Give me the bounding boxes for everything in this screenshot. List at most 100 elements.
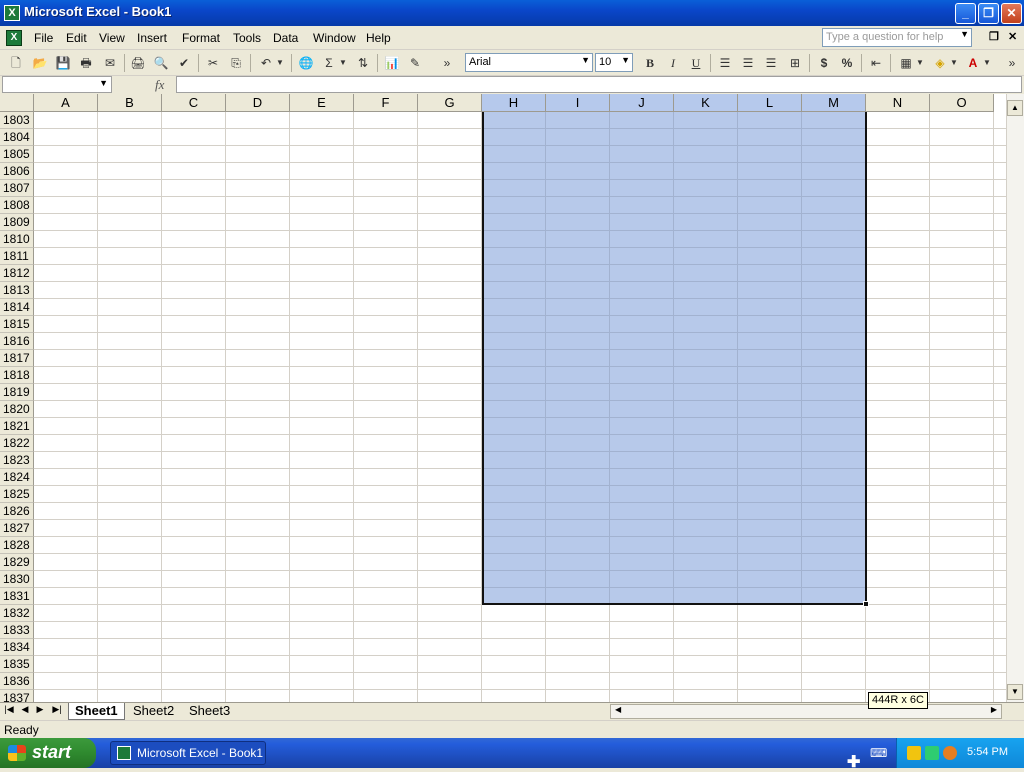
row-header-1821[interactable]: 1821 [0, 418, 34, 435]
drawing-icon[interactable]: ✎ [405, 54, 425, 72]
undo-dropdown-icon[interactable]: ▼ [274, 54, 286, 72]
row-header-1832[interactable]: 1832 [0, 605, 34, 622]
row-header-1824[interactable]: 1824 [0, 469, 34, 486]
menu-help[interactable]: Help [366, 31, 391, 45]
chevron-down-icon[interactable]: ▼ [621, 55, 630, 65]
chevron-down-icon[interactable]: ▼ [99, 78, 108, 88]
row-header-1807[interactable]: 1807 [0, 180, 34, 197]
row-header-1815[interactable]: 1815 [0, 316, 34, 333]
column-header-b[interactable]: B [98, 94, 162, 112]
scroll-down-icon[interactable]: ▼ [1007, 684, 1023, 700]
cut-icon[interactable]: ✂ [203, 54, 223, 72]
workbook-restore-button[interactable]: ❐ [989, 30, 999, 43]
new-icon[interactable]: 🗋 [6, 54, 26, 72]
borders-dropdown-icon[interactable]: ▼ [914, 54, 926, 72]
insert-function-icon[interactable]: fx [155, 77, 164, 93]
name-box[interactable]: ▼ [2, 76, 112, 93]
email-icon[interactable]: ✉ [100, 54, 120, 72]
row-header-1820[interactable]: 1820 [0, 401, 34, 418]
cell-selection-range[interactable] [482, 112, 867, 605]
minimize-button[interactable]: _ [955, 3, 976, 24]
italic-icon[interactable]: I [663, 54, 683, 72]
toolbar-options-icon[interactable]: » [440, 54, 454, 72]
row-header-1825[interactable]: 1825 [0, 486, 34, 503]
spelling-icon[interactable]: ✔ [174, 54, 194, 72]
row-header-1830[interactable]: 1830 [0, 571, 34, 588]
workbook-icon[interactable]: X [6, 30, 22, 46]
help-search-input[interactable]: Type a question for help ▼ [822, 28, 972, 47]
column-header-k[interactable]: K [674, 94, 738, 112]
currency-icon[interactable]: $ [814, 54, 834, 72]
column-header-m[interactable]: M [802, 94, 866, 112]
menu-view[interactable]: View [99, 31, 125, 45]
print-preview-icon[interactable]: 🔍 [151, 54, 171, 72]
row-header-1816[interactable]: 1816 [0, 333, 34, 350]
sheet-tab-3[interactable]: Sheet3 [183, 703, 236, 720]
column-header-a[interactable]: A [34, 94, 98, 112]
font-name-select[interactable]: Arial ▼ [465, 53, 593, 72]
align-center-icon[interactable]: ☰ [738, 54, 758, 72]
align-left-icon[interactable]: ☰ [715, 54, 735, 72]
column-header-d[interactable]: D [226, 94, 290, 112]
font-color-dropdown-icon[interactable]: ▼ [981, 54, 993, 72]
autosum-dropdown-icon[interactable]: ▼ [337, 54, 349, 72]
network-icon[interactable] [925, 746, 939, 760]
worksheet-grid[interactable]: 1803 1804 1805 1806 1807 1808 1809 1810 1811 1812… [0, 94, 1006, 702]
menu-window[interactable]: Window [313, 31, 356, 45]
taskbar-excel-button[interactable]: Microsoft Excel - Book1 [110, 741, 266, 765]
keyboard-icon[interactable]: ⌨ [870, 746, 887, 760]
row-header-1808[interactable]: 1808 [0, 197, 34, 214]
column-header-o[interactable]: O [930, 94, 994, 112]
autosum-icon[interactable]: Σ [319, 54, 339, 72]
excel-app-icon[interactable]: X [4, 5, 20, 21]
menu-data[interactable]: Data [273, 31, 298, 45]
scroll-up-icon[interactable]: ▲ [1007, 100, 1023, 116]
copy-icon[interactable]: ⎘ [226, 54, 246, 72]
menu-file[interactable]: File [34, 31, 53, 45]
undo-icon[interactable]: ↶ [256, 54, 276, 72]
formula-input[interactable] [176, 76, 1022, 93]
fill-color-icon[interactable]: ◈ [930, 54, 950, 72]
column-header-h[interactable]: H [482, 94, 546, 112]
column-header-e[interactable]: E [290, 94, 354, 112]
security-shield-icon[interactable] [907, 746, 921, 760]
column-header-f[interactable]: F [354, 94, 418, 112]
row-header-1809[interactable]: 1809 [0, 214, 34, 231]
font-size-select[interactable]: 10 ▼ [595, 53, 633, 72]
scroll-left-icon[interactable]: ◀ [615, 705, 621, 714]
hyperlink-icon[interactable]: 🌐 [296, 54, 316, 72]
column-header-n[interactable]: N [866, 94, 930, 112]
column-header-j[interactable]: J [610, 94, 674, 112]
start-button[interactable]: start [0, 738, 96, 768]
column-header-c[interactable]: C [162, 94, 226, 112]
merge-center-icon[interactable]: ⊞ [785, 54, 805, 72]
row-header-1827[interactable]: 1827 [0, 520, 34, 537]
row-header-1836[interactable]: 1836 [0, 673, 34, 690]
fill-color-dropdown-icon[interactable]: ▼ [948, 54, 960, 72]
chart-wizard-icon[interactable]: 📊 [382, 54, 402, 72]
underline-icon[interactable]: U [686, 54, 706, 72]
decrease-indent-icon[interactable]: ⇤ [866, 54, 886, 72]
row-header-1829[interactable]: 1829 [0, 554, 34, 571]
row-header-1828[interactable]: 1828 [0, 537, 34, 554]
menu-tools[interactable]: Tools [233, 31, 261, 45]
menu-format[interactable]: Format [182, 31, 220, 45]
row-header-1833[interactable]: 1833 [0, 622, 34, 639]
menu-edit[interactable]: Edit [66, 31, 87, 45]
row-header-1837[interactable]: 1837 [0, 690, 34, 702]
font-color-icon[interactable]: A [963, 54, 983, 72]
row-header-1831[interactable]: 1831 [0, 588, 34, 605]
row-header-1819[interactable]: 1819 [0, 384, 34, 401]
open-icon[interactable]: 📂 [30, 54, 50, 72]
chevron-down-icon[interactable]: ▼ [960, 29, 969, 39]
workbook-close-button[interactable]: ✕ [1008, 30, 1017, 43]
restore-button[interactable]: ❐ [978, 3, 999, 24]
align-right-icon[interactable]: ☰ [761, 54, 781, 72]
row-header-1811[interactable]: 1811 [0, 248, 34, 265]
last-sheet-icon[interactable]: ▶| [50, 704, 64, 715]
close-button[interactable]: ✕ [1001, 3, 1022, 24]
row-header-1810[interactable]: 1810 [0, 231, 34, 248]
chevron-down-icon[interactable]: ▼ [581, 55, 590, 65]
vertical-scrollbar[interactable]: ▲ ▼ [1006, 94, 1024, 702]
sheet-tab-1[interactable]: Sheet1 [68, 703, 125, 720]
